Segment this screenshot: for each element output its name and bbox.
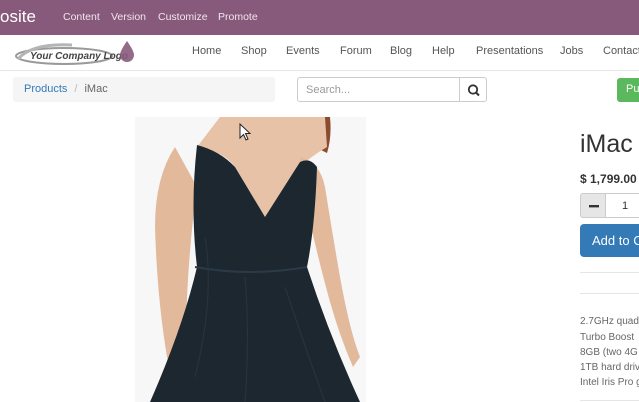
breadcrumb: Products / iMac — [13, 77, 275, 102]
nav-shop[interactable]: Shop — [241, 45, 267, 57]
nav-jobs[interactable]: Jobs — [560, 45, 583, 57]
spec-line: 8GB (two 4G — [580, 347, 638, 358]
admin-brand[interactable]: osite — [0, 7, 36, 27]
spec-line: 1TB hard driv — [580, 362, 639, 373]
search-icon — [467, 84, 480, 97]
quantity-decrease-button[interactable] — [580, 193, 606, 218]
nav-blog[interactable]: Blog — [390, 45, 412, 57]
logo-text: Your Company Logo — [30, 51, 128, 62]
breadcrumb-current: iMac — [84, 83, 108, 95]
page: osite Content Version Customize Promote … — [0, 0, 639, 402]
nav-home[interactable]: Home — [192, 45, 221, 57]
search-input[interactable] — [297, 77, 460, 102]
breadcrumb-products-link[interactable]: Products — [24, 83, 67, 95]
nav-events[interactable]: Events — [286, 45, 320, 57]
spec-line: Turbo Boost — [580, 332, 635, 343]
publish-button[interactable]: Pu — [617, 78, 639, 102]
search-button[interactable] — [459, 77, 487, 102]
divider — [580, 400, 639, 401]
admin-bar: osite Content Version Customize Promote — [0, 0, 639, 35]
product-image[interactable] — [135, 117, 366, 402]
nav-presentations[interactable]: Presentations — [476, 45, 543, 57]
admin-menu-content[interactable]: Content — [63, 11, 100, 23]
divider — [580, 293, 639, 294]
admin-menu-promote[interactable]: Promote — [218, 11, 258, 23]
quantity-input[interactable]: 1 — [605, 193, 639, 218]
company-logo[interactable]: Your Company Logo — [12, 39, 142, 67]
spec-line: 2.7GHz quad — [580, 316, 639, 327]
drop-icon — [120, 41, 134, 62]
admin-menu-customize[interactable]: Customize — [158, 11, 208, 23]
admin-menu-version[interactable]: Version — [111, 11, 146, 23]
divider — [580, 272, 639, 273]
product-price: $ 1,799.00 — [580, 172, 637, 186]
spec-line: Intel Iris Pro g — [580, 377, 639, 388]
add-to-cart-button[interactable]: Add to C — [580, 224, 639, 257]
website-navbar: Your Company Logo Home Shop Events Forum… — [0, 35, 639, 71]
dress-photo — [150, 117, 360, 402]
nav-forum[interactable]: Forum — [340, 45, 372, 57]
minus-icon — [589, 205, 599, 208]
product-title: iMac — [580, 130, 633, 158]
breadcrumb-separator: / — [74, 83, 78, 95]
nav-help[interactable]: Help — [432, 45, 455, 57]
nav-contact[interactable]: Contact — [603, 45, 639, 57]
